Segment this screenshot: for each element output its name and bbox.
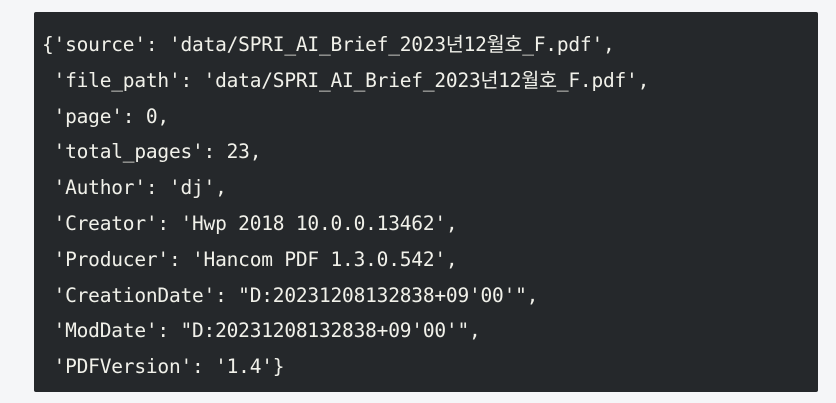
- code-line-page: 'page': 0,: [42, 104, 170, 128]
- code-line-mod-date: 'ModDate': "D:20231208132838+09'00'",: [42, 319, 481, 343]
- code-line-creation-date: 'CreationDate': "D:20231208132838+09'00'…: [42, 283, 539, 307]
- code-output-panel: {'source': 'data/SPRI_AI_Brief_2023년12월호…: [34, 12, 818, 392]
- code-line-file-path: 'file_path': 'data/SPRI_AI_Brief_2023년12…: [42, 68, 650, 92]
- code-line-total-pages: 'total_pages': 23,: [42, 140, 262, 164]
- code-line-creator: 'Creator': 'Hwp 2018 10.0.0.13462',: [42, 211, 458, 235]
- code-line-pdf-version: 'PDFVersion': '1.4'}: [42, 355, 285, 379]
- code-line-source: {'source': 'data/SPRI_AI_Brief_2023년12월호…: [42, 33, 615, 56]
- code-line-producer: 'Producer': 'Hancom PDF 1.3.0.542',: [42, 247, 458, 271]
- code-line-author: 'Author': 'dj',: [42, 176, 227, 200]
